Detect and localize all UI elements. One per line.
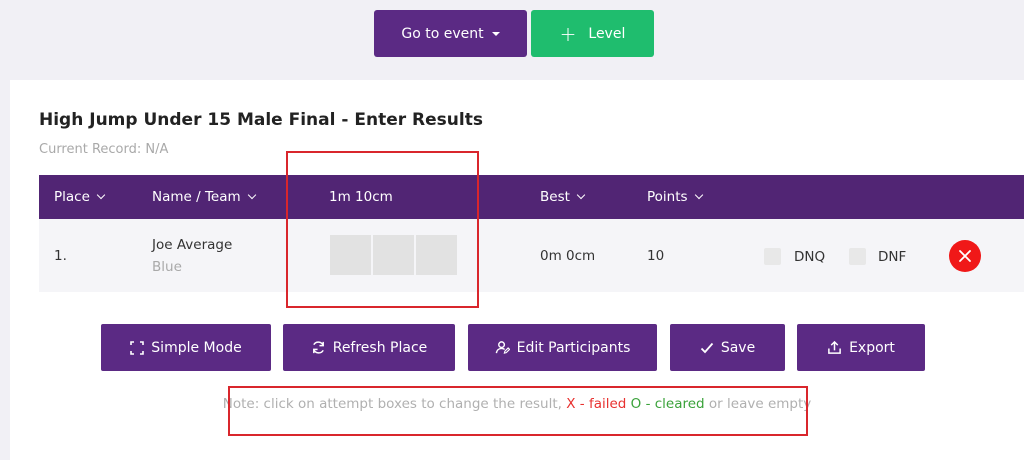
action-bar: Simple Mode Refresh Place Edit Participa…: [10, 324, 1024, 372]
attempt-box-3[interactable]: [416, 235, 457, 275]
checkmark-icon: [700, 342, 713, 353]
header-height-label: 1m 10cm: [329, 189, 393, 205]
plus-icon: +: [559, 21, 577, 46]
header-place-label: Place: [54, 189, 90, 205]
remove-participant-button[interactable]: [949, 240, 981, 272]
attempt-box-2[interactable]: [373, 235, 414, 275]
row-best: 0m 0cm: [540, 248, 596, 264]
go-to-event-label: Go to event: [401, 25, 484, 42]
chevron-down-icon: [96, 190, 106, 200]
header-name-team-label: Name / Team: [152, 189, 241, 205]
export-label: Export: [849, 339, 895, 356]
note-cleared: O - cleared: [630, 396, 705, 412]
results-table-header: Place Name / Team 1m 10cm Best Points: [39, 175, 1024, 219]
page-title: High Jump Under 15 Male Final - Enter Re…: [39, 110, 483, 130]
edit-participants-button[interactable]: Edit Participants: [468, 324, 657, 371]
export-button[interactable]: Export: [797, 324, 925, 371]
chevron-down-icon: [247, 190, 256, 200]
simple-mode-button[interactable]: Simple Mode: [101, 324, 271, 371]
dnf-label: DNF: [878, 249, 907, 265]
upload-icon: [828, 340, 841, 354]
dnq-label: DNQ: [794, 249, 826, 265]
header-best-label: Best: [540, 189, 570, 205]
row-athlete-name: Joe Average: [152, 237, 233, 253]
help-note: Note: click on attempt boxes to change t…: [10, 396, 1024, 412]
note-prefix: Note: click on attempt boxes to change t…: [222, 396, 562, 412]
go-to-event-button[interactable]: Go to event: [374, 10, 527, 57]
note-suffix: or leave empty: [708, 396, 812, 412]
header-place[interactable]: Place: [54, 175, 106, 219]
user-edit-icon: [495, 341, 510, 354]
level-label: Level: [588, 25, 626, 42]
header-points[interactable]: Points: [647, 175, 703, 219]
save-label: Save: [720, 339, 756, 356]
dnf-checkbox[interactable]: [849, 248, 866, 265]
save-button[interactable]: Save: [670, 324, 785, 371]
refresh-place-button[interactable]: Refresh Place: [283, 324, 455, 371]
simple-mode-label: Simple Mode: [151, 339, 242, 356]
attempt-box-1[interactable]: [330, 235, 371, 275]
row-points: 10: [647, 248, 665, 264]
current-record: Current Record: N/A: [39, 142, 169, 157]
add-level-button[interactable]: + Level: [531, 10, 654, 57]
header-points-label: Points: [647, 189, 688, 205]
expand-icon: [130, 340, 145, 355]
note-failed: X - failed: [566, 396, 627, 412]
chevron-down-icon: [576, 190, 586, 200]
close-icon: [959, 250, 971, 262]
row-place: 1.: [54, 248, 67, 264]
results-card: High Jump Under 15 Male Final - Enter Re…: [10, 80, 1024, 460]
refresh-place-label: Refresh Place: [332, 339, 428, 356]
table-row: 1. Joe Average Blue 0m 0cm 10 DNQ DNF: [39, 219, 1024, 292]
header-height: 1m 10cm: [329, 175, 393, 219]
refresh-icon: [312, 341, 324, 354]
dnq-checkbox[interactable]: [764, 248, 781, 265]
row-team: Blue: [152, 259, 182, 275]
header-best[interactable]: Best: [540, 175, 586, 219]
top-toolbar: Go to event + Level: [0, 10, 1024, 58]
header-name-team[interactable]: Name / Team: [152, 175, 256, 219]
chevron-down-icon: [694, 190, 703, 200]
edit-participants-label: Edit Participants: [516, 339, 631, 356]
caret-down-icon: [491, 31, 500, 36]
